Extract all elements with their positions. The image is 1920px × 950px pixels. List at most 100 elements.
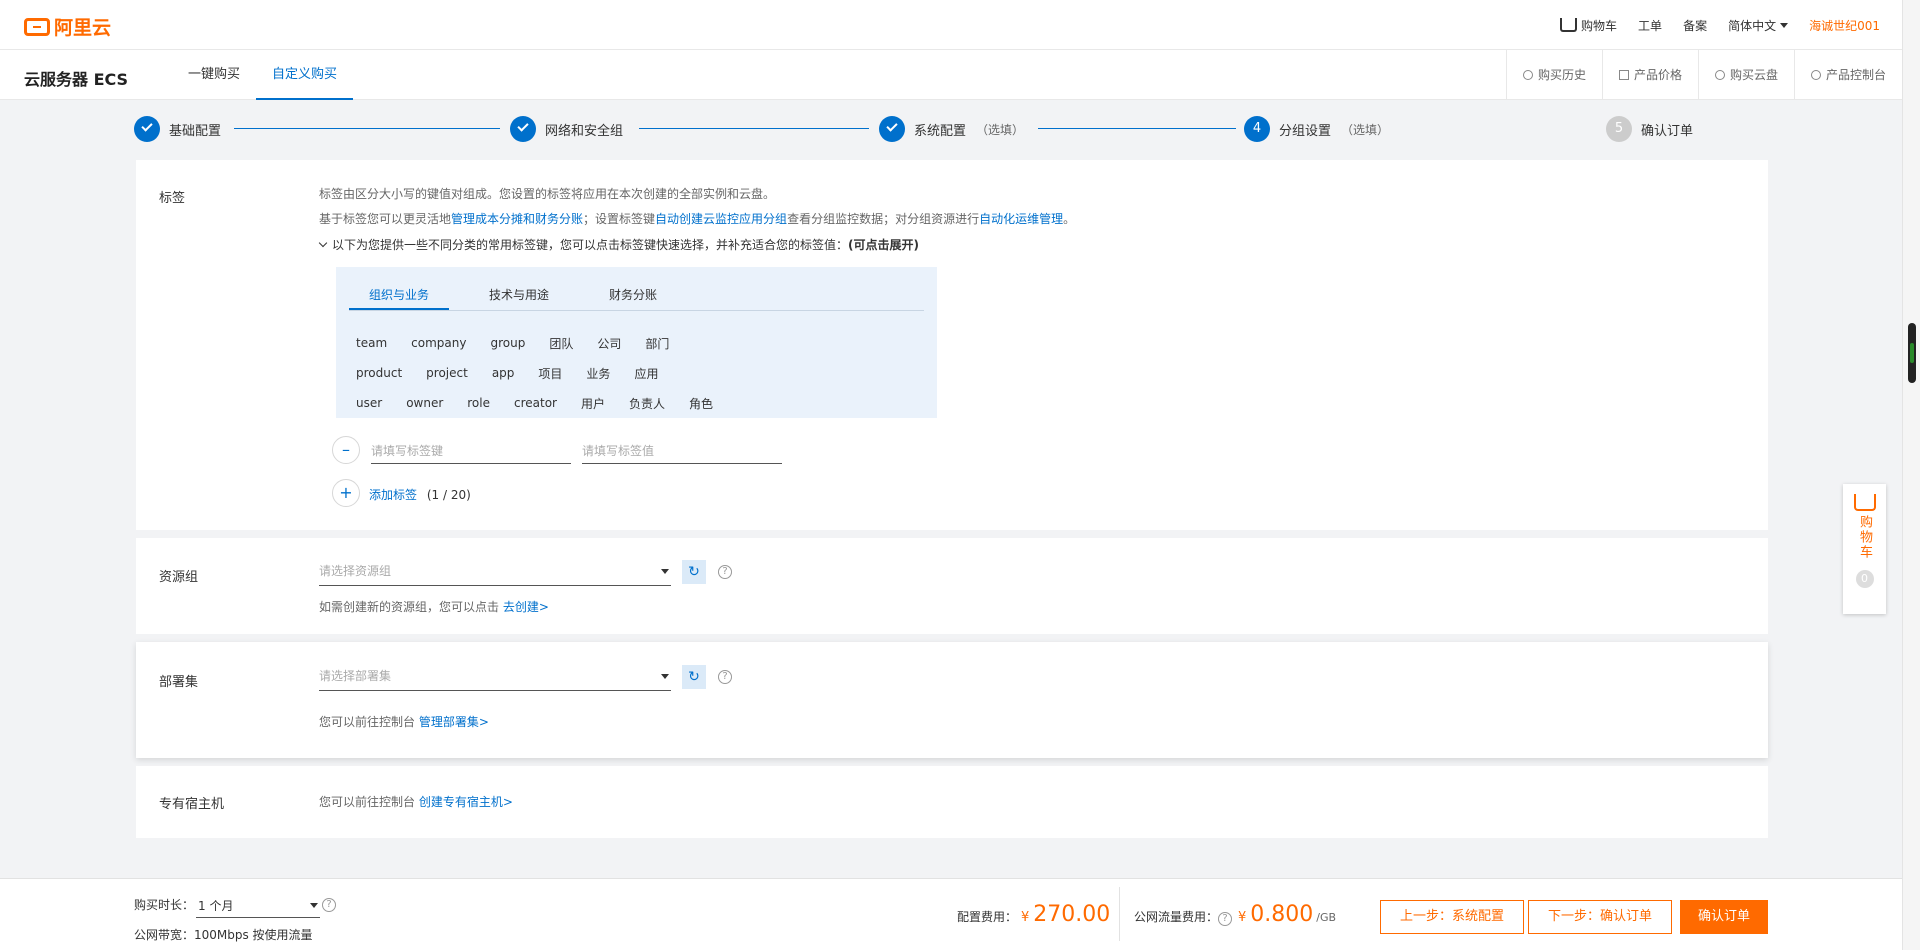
- product-price-link[interactable]: 产品价格: [1601, 50, 1698, 100]
- deployment-set-select[interactable]: 请选择部署集: [319, 661, 671, 691]
- tab-quick-buy[interactable]: 一键购买: [172, 50, 256, 100]
- tag-key[interactable]: 业务: [586, 365, 610, 382]
- resource-group-select[interactable]: 请选择资源组: [319, 556, 671, 586]
- help-icon[interactable]: ?: [322, 898, 336, 912]
- tag-category-tabs: 组织与业务 技术与用途 财务分账: [349, 281, 924, 311]
- check-icon: [510, 116, 536, 142]
- tab-org-business[interactable]: 组织与业务: [349, 281, 450, 310]
- tag-key[interactable]: creator: [514, 396, 557, 410]
- product-title: 云服务器 ECS: [24, 70, 129, 89]
- step-basic-config[interactable]: 基础配置: [134, 114, 221, 144]
- tag-key[interactable]: team: [356, 336, 387, 350]
- add-tag-link[interactable]: 添加标签: [369, 488, 417, 502]
- scrollbar-thumb[interactable]: [1908, 323, 1916, 383]
- refresh-icon[interactable]: ↻: [682, 665, 706, 689]
- tag-key[interactable]: company: [411, 336, 466, 350]
- hint-text: 如需创建新的资源组，您可以点击: [319, 600, 500, 614]
- tags-expand-toggle[interactable]: 以下为您提供一些不同分类的常用标签键，您可以点击标签键快速选择，并补充适合您的标…: [318, 236, 919, 253]
- tag-key[interactable]: role: [467, 396, 490, 410]
- duration-value: 1 个月: [198, 899, 234, 913]
- tag-key[interactable]: user: [356, 396, 382, 410]
- step-number: 5: [1606, 116, 1632, 142]
- cart-label: 购物车: [1581, 18, 1618, 33]
- tag-row: team company group 团队 公司 部门: [356, 328, 737, 358]
- purchase-history-link[interactable]: 购买历史: [1505, 50, 1602, 100]
- expand-text: 以下为您提供一些不同分类的常用标签键，您可以点击标签键快速选择，并补充适合您的标…: [332, 238, 849, 252]
- tag-key[interactable]: owner: [406, 396, 443, 410]
- buy-disk-link[interactable]: 购买云盘: [1697, 50, 1794, 100]
- language-selector[interactable]: 简体中文: [1728, 17, 1789, 34]
- console-link[interactable]: 产品控制台: [1793, 50, 1902, 100]
- config-fee: 配置费用： ¥ 270.00: [957, 902, 1110, 927]
- ticket-link[interactable]: 工单: [1638, 17, 1662, 34]
- cloud-monitor-link[interactable]: 自动创建云监控应用分组: [655, 212, 787, 226]
- add-tag-icon-button[interactable]: +: [332, 479, 360, 507]
- tag-key[interactable]: 角色: [689, 395, 713, 412]
- deployment-set-section: 部署集 请选择部署集 ↻ ? 您可以前往控制台 管理部署集>: [136, 642, 1768, 758]
- floating-cart-label: 购物车: [1857, 515, 1872, 560]
- dedicated-host-hint: 您可以前往控制台 创建专有宿主机>: [319, 793, 513, 810]
- help-icon[interactable]: ?: [718, 670, 732, 684]
- check-icon: [879, 116, 905, 142]
- step-label: 网络和安全组: [545, 123, 624, 139]
- help-icon[interactable]: ?: [718, 565, 732, 579]
- step-system-config[interactable]: 系统配置 （选填）: [879, 114, 1024, 144]
- tag-key[interactable]: 团队: [549, 335, 573, 352]
- tag-key[interactable]: 部门: [645, 335, 669, 352]
- cart-icon: [1560, 17, 1578, 32]
- confirm-order-button[interactable]: 确认订单: [1680, 900, 1768, 934]
- tag-key-list: team company group 团队 公司 部门 product proj…: [356, 328, 737, 418]
- common-tag-panel: 组织与业务 技术与用途 财务分账 team company group 团队 公…: [336, 267, 937, 418]
- tag-value-input[interactable]: [582, 438, 782, 464]
- config-fee-label: 配置费用：: [957, 910, 1018, 924]
- step-label: 确认订单: [1641, 123, 1694, 139]
- chevron-down-icon: [661, 569, 669, 574]
- tag-key-input[interactable]: [371, 438, 571, 464]
- step-network[interactable]: 网络和安全组: [510, 114, 623, 144]
- step-group-settings[interactable]: 4 分组设置 （选填）: [1244, 114, 1389, 144]
- traffic-fee-label: 公网流量费用：: [1134, 910, 1219, 924]
- tag-key[interactable]: app: [492, 366, 515, 380]
- deployment-set-hint: 您可以前往控制台 管理部署集>: [319, 713, 489, 730]
- tab-finance[interactable]: 财务分账: [589, 281, 677, 310]
- config-fee-value: 270.00: [1033, 902, 1111, 927]
- step-label: 基础配置: [169, 123, 222, 139]
- cart-link[interactable]: 购物车: [1560, 17, 1617, 34]
- remove-tag-button[interactable]: –: [332, 436, 360, 464]
- language-label: 简体中文: [1728, 18, 1777, 33]
- refresh-icon[interactable]: ↻: [682, 560, 706, 584]
- prev-step-button[interactable]: 上一步：系统配置: [1380, 900, 1524, 934]
- desc-text: 。: [1063, 212, 1076, 226]
- tab-custom-buy[interactable]: 自定义购买: [256, 50, 354, 100]
- tag-key[interactable]: 负责人: [629, 395, 665, 412]
- floating-cart[interactable]: 购物车 0: [1843, 484, 1886, 614]
- tag-key[interactable]: 公司: [597, 335, 621, 352]
- cost-allocation-link[interactable]: 管理成本分摊和财务分账: [451, 212, 583, 226]
- help-icon[interactable]: ?: [1218, 912, 1233, 926]
- step-confirm-order[interactable]: 5 确认订单: [1606, 114, 1693, 144]
- tag-key[interactable]: 项目: [538, 365, 562, 382]
- username-link[interactable]: 海诚世纪001: [1809, 17, 1880, 34]
- tag-key[interactable]: project: [426, 366, 468, 380]
- tag-key[interactable]: group: [490, 336, 525, 350]
- create-dedicated-host-link[interactable]: 创建专有宿主机>: [419, 795, 513, 809]
- automation-link[interactable]: 自动化运维管理: [979, 212, 1063, 226]
- tag-key[interactable]: product: [356, 366, 402, 380]
- tab-tech-usage[interactable]: 技术与用途: [469, 281, 569, 310]
- create-resource-group-link[interactable]: 去创建>: [503, 600, 549, 614]
- manage-deployment-set-link[interactable]: 管理部署集>: [419, 715, 489, 729]
- clock-icon: [1522, 70, 1533, 80]
- tags-description-2: 基于标签您可以更灵活地管理成本分摊和财务分账；设置标签键自动创建云监控应用分组查…: [319, 210, 1075, 227]
- aliyun-logo[interactable]: 阿里云: [24, 13, 111, 40]
- currency-symbol: ¥: [1238, 910, 1247, 925]
- dedicated-host-section: 专有宿主机 您可以前往控制台 创建专有宿主机>: [136, 766, 1768, 838]
- page-scrollbar[interactable]: [1902, 0, 1920, 950]
- tag-key[interactable]: 应用: [634, 365, 658, 382]
- buy-disk-label: 购买云盘: [1729, 68, 1778, 82]
- duration-label: 购买时长：: [134, 898, 195, 912]
- next-step-button[interactable]: 下一步：确认订单: [1528, 900, 1672, 934]
- tag-key[interactable]: 用户: [581, 395, 605, 412]
- record-link[interactable]: 备案: [1683, 17, 1707, 34]
- duration-select[interactable]: 1 个月: [196, 894, 320, 918]
- step-optional-hint: （选填）: [976, 122, 1025, 137]
